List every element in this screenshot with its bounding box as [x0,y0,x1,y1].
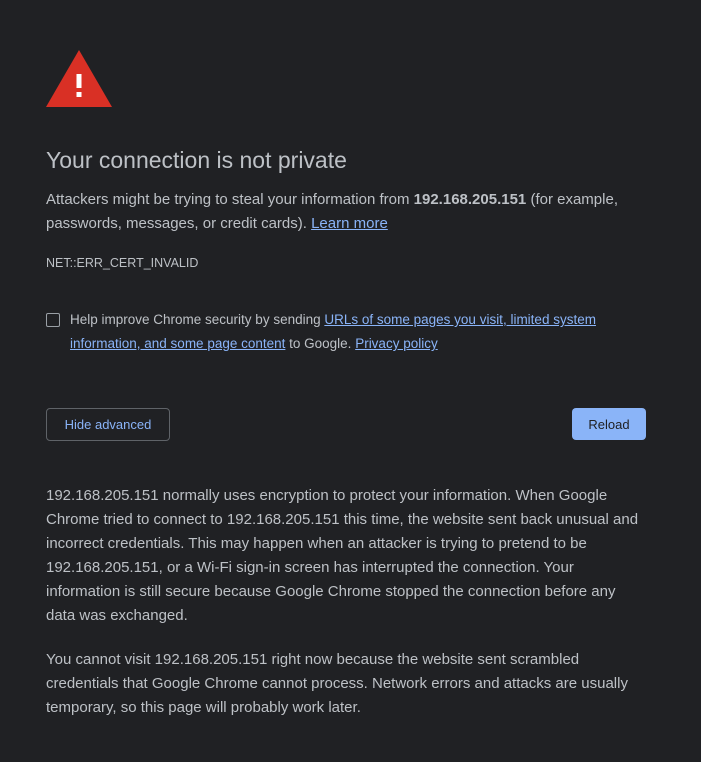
learn-more-link[interactable]: Learn more [311,215,388,232]
host-name: 192.168.205.151 [413,191,527,208]
opt-in-label: Help improve Chrome security by sending … [70,308,646,356]
page-title: Your connection is not private [46,147,347,173]
opt-in-checkbox[interactable] [46,313,60,327]
reload-button[interactable]: Reload [572,408,646,440]
opt-in-prefix: Help improve Chrome security by sending [70,312,325,327]
main-message: Attackers might be trying to steal your … [46,188,646,236]
hide-advanced-button[interactable]: Hide advanced [46,408,170,441]
details-paragraph-2: You cannot visit 192.168.205.151 right n… [46,651,628,716]
opt-in-row: Help improve Chrome security by sending … [46,308,646,356]
interstitial-container: Your connection is not private Attackers… [46,50,646,740]
button-row: Hide advanced Reload [46,408,646,442]
details-section: 192.168.205.151 normally uses encryption… [46,484,646,720]
opt-in-middle: to Google. [285,336,356,351]
details-paragraph-1: 192.168.205.151 normally uses encryption… [46,487,639,624]
main-message-prefix: Attackers might be trying to steal your … [46,191,414,208]
error-code: NET::ERR_CERT_INVALID [46,256,199,270]
warning-triangle-icon [46,50,112,107]
privacy-policy-link[interactable]: Privacy policy [355,336,438,351]
